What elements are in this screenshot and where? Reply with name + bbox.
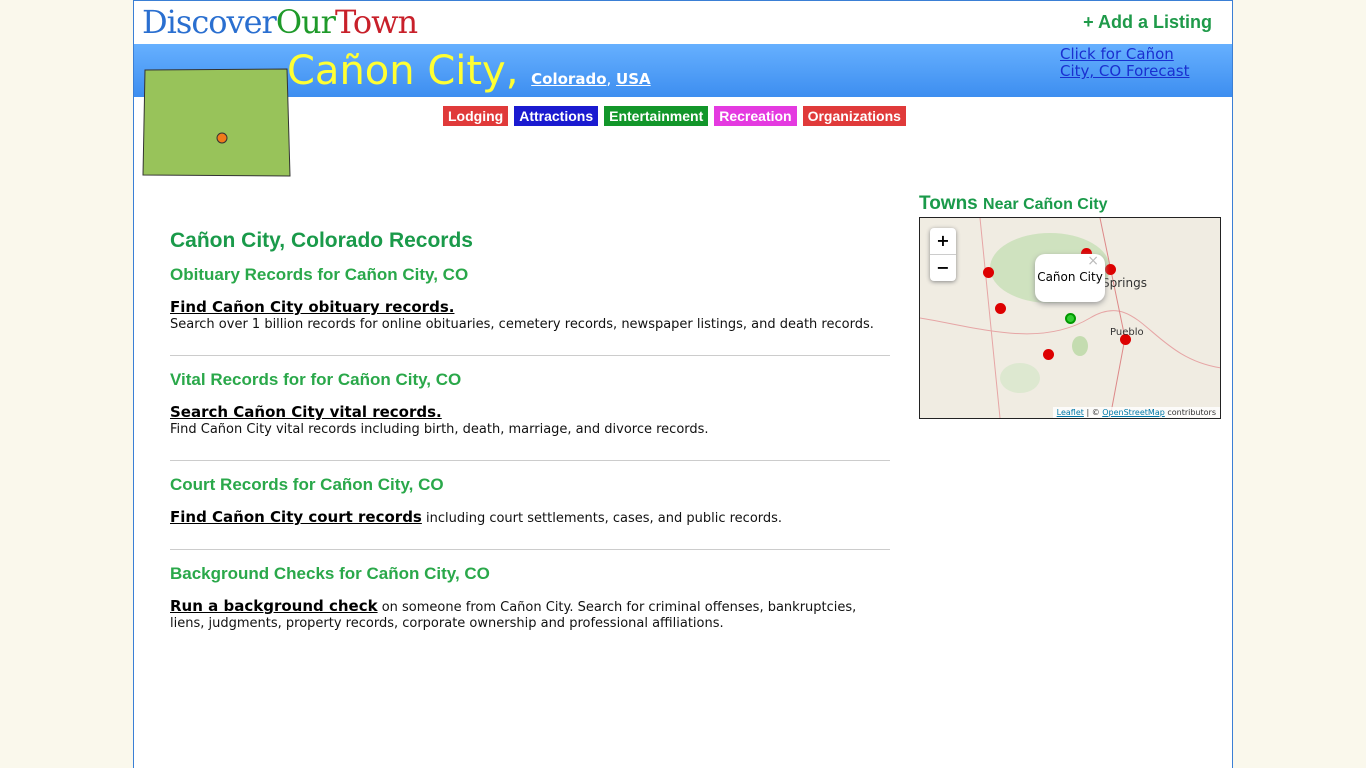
osm-link[interactable]: OpenStreetMap — [1102, 408, 1165, 417]
leaflet-link[interactable]: Leaflet — [1057, 408, 1084, 417]
logo-text: Our — [275, 3, 336, 41]
section-heading: Obituary Records for Cañon City, CO — [170, 265, 469, 284]
background-check-link[interactable]: Run a background check — [170, 597, 378, 615]
nav-attractions[interactable]: Attractions — [514, 106, 599, 126]
add-listing-link[interactable]: + Add a Listing — [1083, 12, 1212, 33]
map-label: Pueblo — [1110, 327, 1144, 338]
section-text: Search over 1 billion records for online… — [170, 317, 874, 332]
comma: , — [505, 48, 519, 94]
state-link[interactable]: Colorado — [531, 70, 606, 88]
nav-organizations[interactable]: Organizations — [802, 106, 906, 126]
comma: , — [606, 70, 617, 88]
colorado-state-map — [142, 68, 291, 177]
section-heading: Background Checks for Cañon City, CO — [170, 564, 490, 583]
town-marker[interactable] — [995, 303, 1006, 314]
nav-entertainment[interactable]: Entertainment — [604, 106, 709, 126]
popup-close-icon[interactable]: × — [1087, 238, 1099, 284]
court-section: Court Records for Cañon City, CO Find Cañ… — [170, 475, 890, 550]
section-text: Find Cañon City vital records including … — [170, 422, 709, 437]
city-title: Cañon City, Colorado, USA — [287, 48, 651, 94]
background-section: Background Checks for Cañon City, CO Run … — [170, 564, 890, 654]
category-nav: Lodging Attractions Entertainment Recrea… — [443, 106, 906, 126]
city-location-dot — [216, 132, 228, 144]
section-heading: Court Records for Cañon City, CO — [170, 475, 444, 494]
town-marker[interactable] — [983, 267, 994, 278]
zoom-control: + − — [930, 228, 956, 281]
section-heading: Vital Records for for Cañon City, CO — [170, 370, 462, 389]
page-container: DiscoverOurTown + Add a Listing Cañon Ci… — [133, 0, 1233, 768]
country-link[interactable]: USA — [616, 70, 651, 88]
page-title: Cañon City, Colorado Records — [170, 229, 473, 252]
current-town-marker[interactable] — [1065, 313, 1076, 324]
nav-recreation[interactable]: Recreation — [714, 106, 797, 126]
obituary-link[interactable]: Find Cañon City obituary records. — [170, 298, 454, 316]
vital-records-link[interactable]: Search Cañon City vital records. — [170, 403, 442, 421]
logo-text: Town — [334, 3, 418, 41]
nearby-towns: Towns Near Cañon City Springs Pueblo Cañ… — [919, 193, 1221, 419]
title-rest: Near Cañon City — [983, 196, 1108, 213]
logo-text: Discover — [142, 3, 277, 41]
section-text: including court settlements, cases, and … — [421, 511, 783, 526]
city-name: Cañon City — [287, 48, 506, 94]
city-banner: Cañon City, Colorado, USA Click for Caño… — [134, 44, 1232, 97]
title-bold: Towns — [919, 193, 978, 214]
nearby-map[interactable]: Springs Pueblo Cañon City × + − Leaflet | … — [919, 217, 1221, 419]
nearby-title: Towns Near Cañon City — [919, 193, 1221, 215]
town-marker[interactable] — [1105, 264, 1116, 275]
obituary-section: Obituary Records for Cañon City, CO Find … — [170, 265, 890, 356]
zoom-in-button[interactable]: + — [930, 228, 956, 255]
nav-lodging[interactable]: Lodging — [443, 106, 509, 126]
vital-section: Vital Records for for Cañon City, CO Sear… — [170, 370, 890, 461]
attrib-text: contributors — [1164, 408, 1216, 417]
attrib-sep: | © — [1083, 408, 1103, 417]
main-content: Cañon City, Colorado Records Obituary Re… — [170, 229, 890, 670]
forecast-link[interactable]: Click for Cañon City, CO Forecast — [1060, 46, 1210, 80]
map-label: Springs — [1102, 276, 1147, 290]
map-popup: Cañon City × — [1035, 253, 1105, 302]
town-marker[interactable] — [1043, 349, 1054, 360]
court-records-link[interactable]: Find Cañon City court records — [170, 508, 422, 526]
map-attribution: Leaflet | © OpenStreetMap contributors — [1052, 407, 1220, 418]
zoom-out-button[interactable]: − — [930, 255, 956, 281]
top-bar: DiscoverOurTown + Add a Listing — [134, 1, 1232, 44]
site-logo[interactable]: DiscoverOurTown — [142, 3, 418, 41]
